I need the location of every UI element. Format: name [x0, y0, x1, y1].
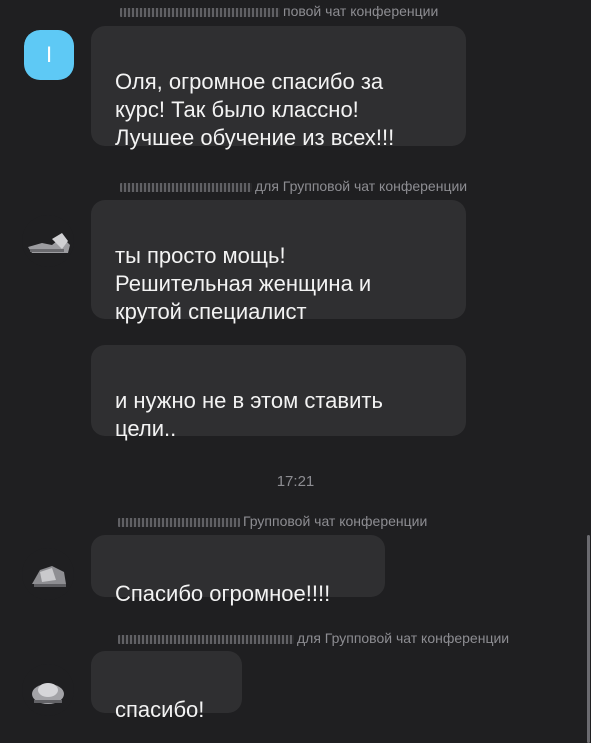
sender-name: Групповой чат конференции [118, 512, 427, 530]
scrollbar[interactable] [587, 535, 590, 743]
message-bubble[interactable]: ты просто мощь! Решительная женщина и кр… [91, 200, 466, 324]
avatar[interactable]: I [24, 30, 76, 82]
avatar[interactable] [22, 548, 74, 600]
message-text: и нужно не в этом ставить цели.. [115, 388, 383, 441]
avatar-photo-icon [22, 548, 74, 600]
avatar-photo-icon [22, 664, 74, 716]
avatar-letter: I [24, 30, 74, 80]
message-timestamp: 17:21 [276, 473, 315, 490]
sender-name: для Групповой чат конференции [120, 177, 467, 195]
redacted-name [120, 182, 252, 192]
message-bubble[interactable]: Оля, огромное спасибо за курс! Так было … [91, 26, 466, 150]
message-bubble[interactable]: и нужно не в этом ставить цели.. [91, 345, 466, 441]
redacted-name [118, 634, 294, 644]
message-text: ты просто мощь! Решительная женщина и кр… [115, 243, 372, 324]
chat-view: повой чат конференции I Оля, огромное сп… [0, 0, 591, 743]
message-text: спасибо! [115, 697, 205, 722]
sender-name: повой чат конференции [120, 2, 438, 20]
redacted-name [120, 7, 280, 17]
redacted-name [118, 517, 240, 527]
sender-name: для Групповой чат конференции [118, 629, 509, 647]
message-text: Спасибо огромное!!!! [115, 581, 331, 606]
message-bubble[interactable]: Спасибо огромное!!!! [91, 535, 385, 606]
avatar-photo-icon [22, 215, 74, 267]
message-bubble[interactable]: спасибо! [91, 651, 242, 722]
message-text: Оля, огромное спасибо за курс! Так было … [115, 69, 395, 150]
avatar[interactable] [22, 664, 74, 716]
avatar[interactable] [22, 215, 74, 267]
